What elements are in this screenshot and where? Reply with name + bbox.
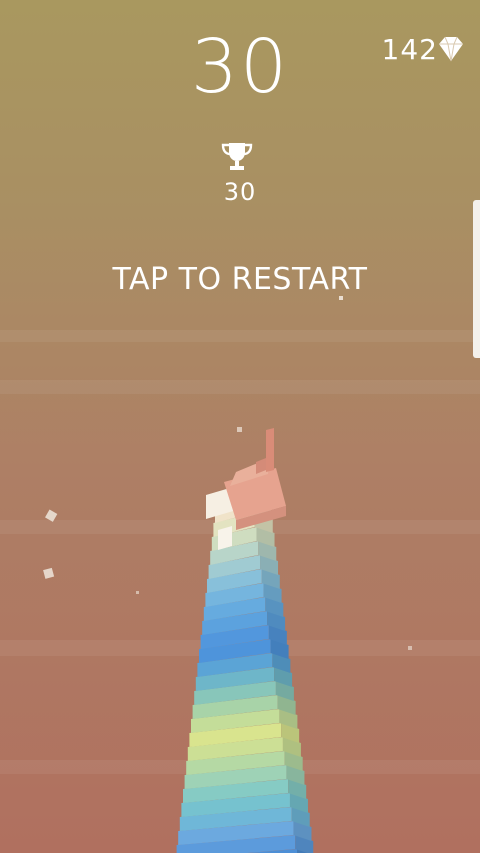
trophy-icon [221, 143, 253, 170]
diamond-icon [439, 36, 463, 62]
block-fragment [218, 526, 232, 550]
tap-to-restart-prompt[interactable]: TAP TO RESTART [0, 260, 480, 300]
gem-count: 142 [381, 33, 438, 66]
best-score: 30 [223, 178, 257, 206]
edge-panel-handle[interactable] [473, 200, 480, 358]
block-fragment [266, 428, 274, 472]
stack-tower-scene[interactable] [0, 0, 480, 853]
